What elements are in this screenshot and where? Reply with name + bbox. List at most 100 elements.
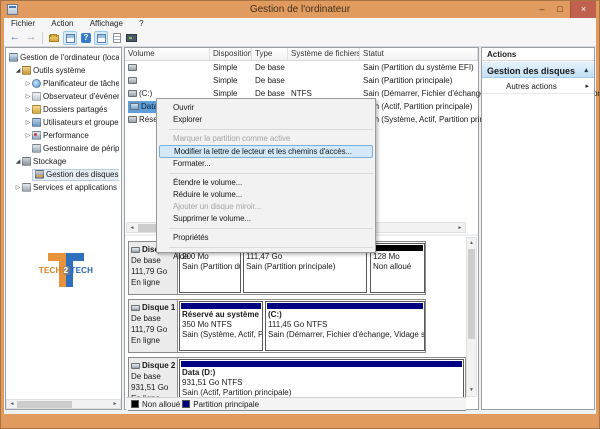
collapse-arrow-icon[interactable]: ▷ (24, 80, 32, 87)
menu-affichage[interactable]: Affichage (83, 18, 130, 30)
volume-statut: Sain (Actif, Partition principale) (360, 102, 472, 111)
column-type[interactable]: Type (252, 48, 288, 60)
minimize-button[interactable]: – (534, 1, 550, 18)
tree-item-performance[interactable]: ▷ Performance (6, 129, 119, 142)
tree-item-services-applications[interactable]: ▷ Services et applications (6, 181, 119, 194)
menu-item-etendre-volume[interactable]: Étendre le volume... (157, 177, 375, 189)
scroll-left-icon[interactable]: ◄ (8, 400, 16, 409)
performance-icon (32, 131, 41, 140)
actions-section-gestion-des-disques[interactable]: Gestion des disques ▴ (482, 62, 594, 78)
tree-item-label: Utilisateurs et groupes locaux (43, 118, 119, 127)
disk-vertical-scrollbar[interactable]: ▲ ▼ (466, 237, 477, 397)
show-console-tree-button[interactable] (47, 31, 61, 45)
scroll-down-icon[interactable]: ▼ (467, 386, 476, 395)
task-scheduler-icon (32, 79, 41, 88)
tree-item-outils-systeme[interactable]: ◢ Outils système (6, 64, 119, 77)
show-action-pane-button[interactable] (94, 31, 108, 45)
close-button[interactable]: × (570, 1, 596, 18)
scroll-right-icon[interactable]: ► (456, 224, 464, 233)
disk-1-row: Disque 1 De base 111,79 Go En ligne Rése… (128, 299, 426, 353)
volume-type: De base (252, 63, 288, 72)
disk-icon (131, 305, 140, 311)
expand-arrow-icon[interactable]: ◢ (14, 158, 22, 165)
volume-name: (C:) (125, 89, 210, 98)
partition-status: Sain (Système, Actif, Partition principa… (180, 330, 262, 340)
disk-name: Disque 1 (142, 302, 175, 313)
console-button[interactable] (125, 31, 139, 45)
scroll-left-icon[interactable]: ◄ (128, 224, 136, 233)
disk-size: 931,51 Go (131, 382, 177, 393)
menu-fichier[interactable]: Fichier (4, 18, 42, 30)
partition-header-bar (181, 361, 462, 367)
menu-action[interactable]: Action (44, 18, 80, 30)
partition-reserve-systeme[interactable]: Réservé au système 350 Mo NTFS Sain (Sys… (179, 301, 263, 351)
disk-1-label[interactable]: Disque 1 De base 111,79 Go En ligne (129, 300, 178, 352)
menu-item-formater[interactable]: Formater... (157, 158, 375, 170)
disk-management-icon (35, 170, 44, 179)
collapse-arrow-icon[interactable]: ▷ (24, 106, 32, 113)
menu-help[interactable]: ? (132, 18, 150, 30)
scrollbar-thumb[interactable] (468, 249, 475, 339)
local-users-icon (32, 118, 41, 127)
collapse-arrow-icon[interactable]: ▷ (24, 93, 32, 100)
menu-item-aide[interactable]: Aide (157, 251, 375, 263)
volume-row-principale[interactable]: Simple De base Sain (Partition principal… (125, 74, 478, 87)
title-bar: Gestion de l'ordinateur – □ × (1, 1, 599, 18)
maximize-button[interactable]: □ (552, 1, 568, 18)
column-systeme-fichiers[interactable]: Système de fichiers (288, 48, 360, 60)
tree-item-gestion-des-disques[interactable]: Gestion des disques (6, 168, 119, 181)
tree-item-label: Gestion des disques (46, 170, 119, 179)
logo-text-right: TECH (71, 266, 94, 275)
tree-item-planificateur[interactable]: ▷ Planificateur de tâches (6, 77, 119, 90)
column-disposition[interactable]: Disposition (210, 48, 252, 60)
scroll-up-icon[interactable]: ▲ (467, 239, 476, 248)
back-icon[interactable]: ← (8, 31, 22, 45)
column-statut[interactable]: Statut (360, 48, 478, 60)
export-list-button[interactable] (110, 31, 124, 45)
menu-item-proprietes[interactable]: Propriétés (157, 232, 375, 244)
toolbar: ← → ? (4, 30, 596, 47)
scrollbar-thumb[interactable] (17, 401, 72, 408)
menu-item-reduire-volume[interactable]: Réduire le volume... (157, 189, 375, 201)
tree-horizontal-scrollbar[interactable]: ◄ ► (6, 399, 121, 409)
volume-list-header: Volume Disposition Type Système de fichi… (125, 48, 478, 61)
partition-size: 931,51 Go NTFS (180, 378, 463, 388)
tree-item-utilisateurs[interactable]: ▷ Utilisateurs et groupes locaux (6, 116, 119, 129)
menu-item-ajouter-disque-miroir: Ajouter un disque miroir... (157, 201, 375, 213)
menu-item-supprimer-volume[interactable]: Supprimer le volume... (157, 213, 375, 225)
computer-icon (9, 53, 18, 62)
collapse-arrow-icon[interactable]: ▷ (24, 119, 32, 126)
menu-item-modifier-lettre-lecteur[interactable]: Modifier la lettre de lecteur et les che… (159, 145, 373, 158)
tree-item-computer-management[interactable]: Gestion de l'ordinateur (local) (6, 51, 119, 64)
window-content: Fichier Action Affichage ? ← → ? (4, 18, 596, 414)
action-pane-icon (97, 34, 106, 43)
menu-item-explorer[interactable]: Explorer (157, 114, 375, 126)
actions-item-autres-actions[interactable]: Autres actions ▸ (482, 79, 594, 94)
partition-c[interactable]: (C:) 111,45 Go NTFS Sain (Démarrer, Fich… (265, 301, 425, 351)
help-button[interactable]: ? (79, 31, 93, 45)
tree-item-dossiers-partages[interactable]: ▷ Dossiers partagés (6, 103, 119, 116)
volume-row-efi[interactable]: Simple De base Sain (Partition du systèm… (125, 61, 478, 74)
tree-item-observateur[interactable]: ▷ Observateur d'événements (6, 90, 119, 103)
tree-item-gestionnaire-peripheriques[interactable]: Gestionnaire de périphériques (6, 142, 119, 155)
collapse-arrow-icon[interactable]: ▷ (24, 132, 32, 139)
app-icon (7, 4, 18, 15)
menu-item-ouvrir[interactable]: Ouvrir (157, 102, 375, 114)
partition-non-allouee[interactable]: 128 Mo Non alloué (370, 243, 425, 293)
volume-icon (128, 116, 137, 123)
expand-arrow-icon[interactable]: ◢ (14, 67, 22, 74)
primary-partition-color-swatch (182, 400, 190, 408)
console-tree-icon (49, 35, 59, 42)
tree-item-label: Dossiers partagés (43, 105, 107, 114)
tree-item-label: Performance (43, 131, 89, 140)
collapse-arrow-icon[interactable]: ▷ (14, 184, 22, 191)
column-volume[interactable]: Volume (125, 48, 210, 60)
scroll-right-icon[interactable]: ► (111, 400, 119, 409)
collapse-section-icon[interactable]: ▴ (584, 63, 588, 79)
volume-fs: NTFS (288, 89, 360, 98)
forward-icon[interactable]: → (24, 31, 38, 45)
show-hide-pane-button[interactable] (63, 31, 77, 45)
menu-item-marquer-partition-active: Marquer la partition comme active (157, 133, 375, 145)
help-icon: ? (81, 33, 91, 43)
tree-item-stockage[interactable]: ◢ Stockage (6, 155, 119, 168)
